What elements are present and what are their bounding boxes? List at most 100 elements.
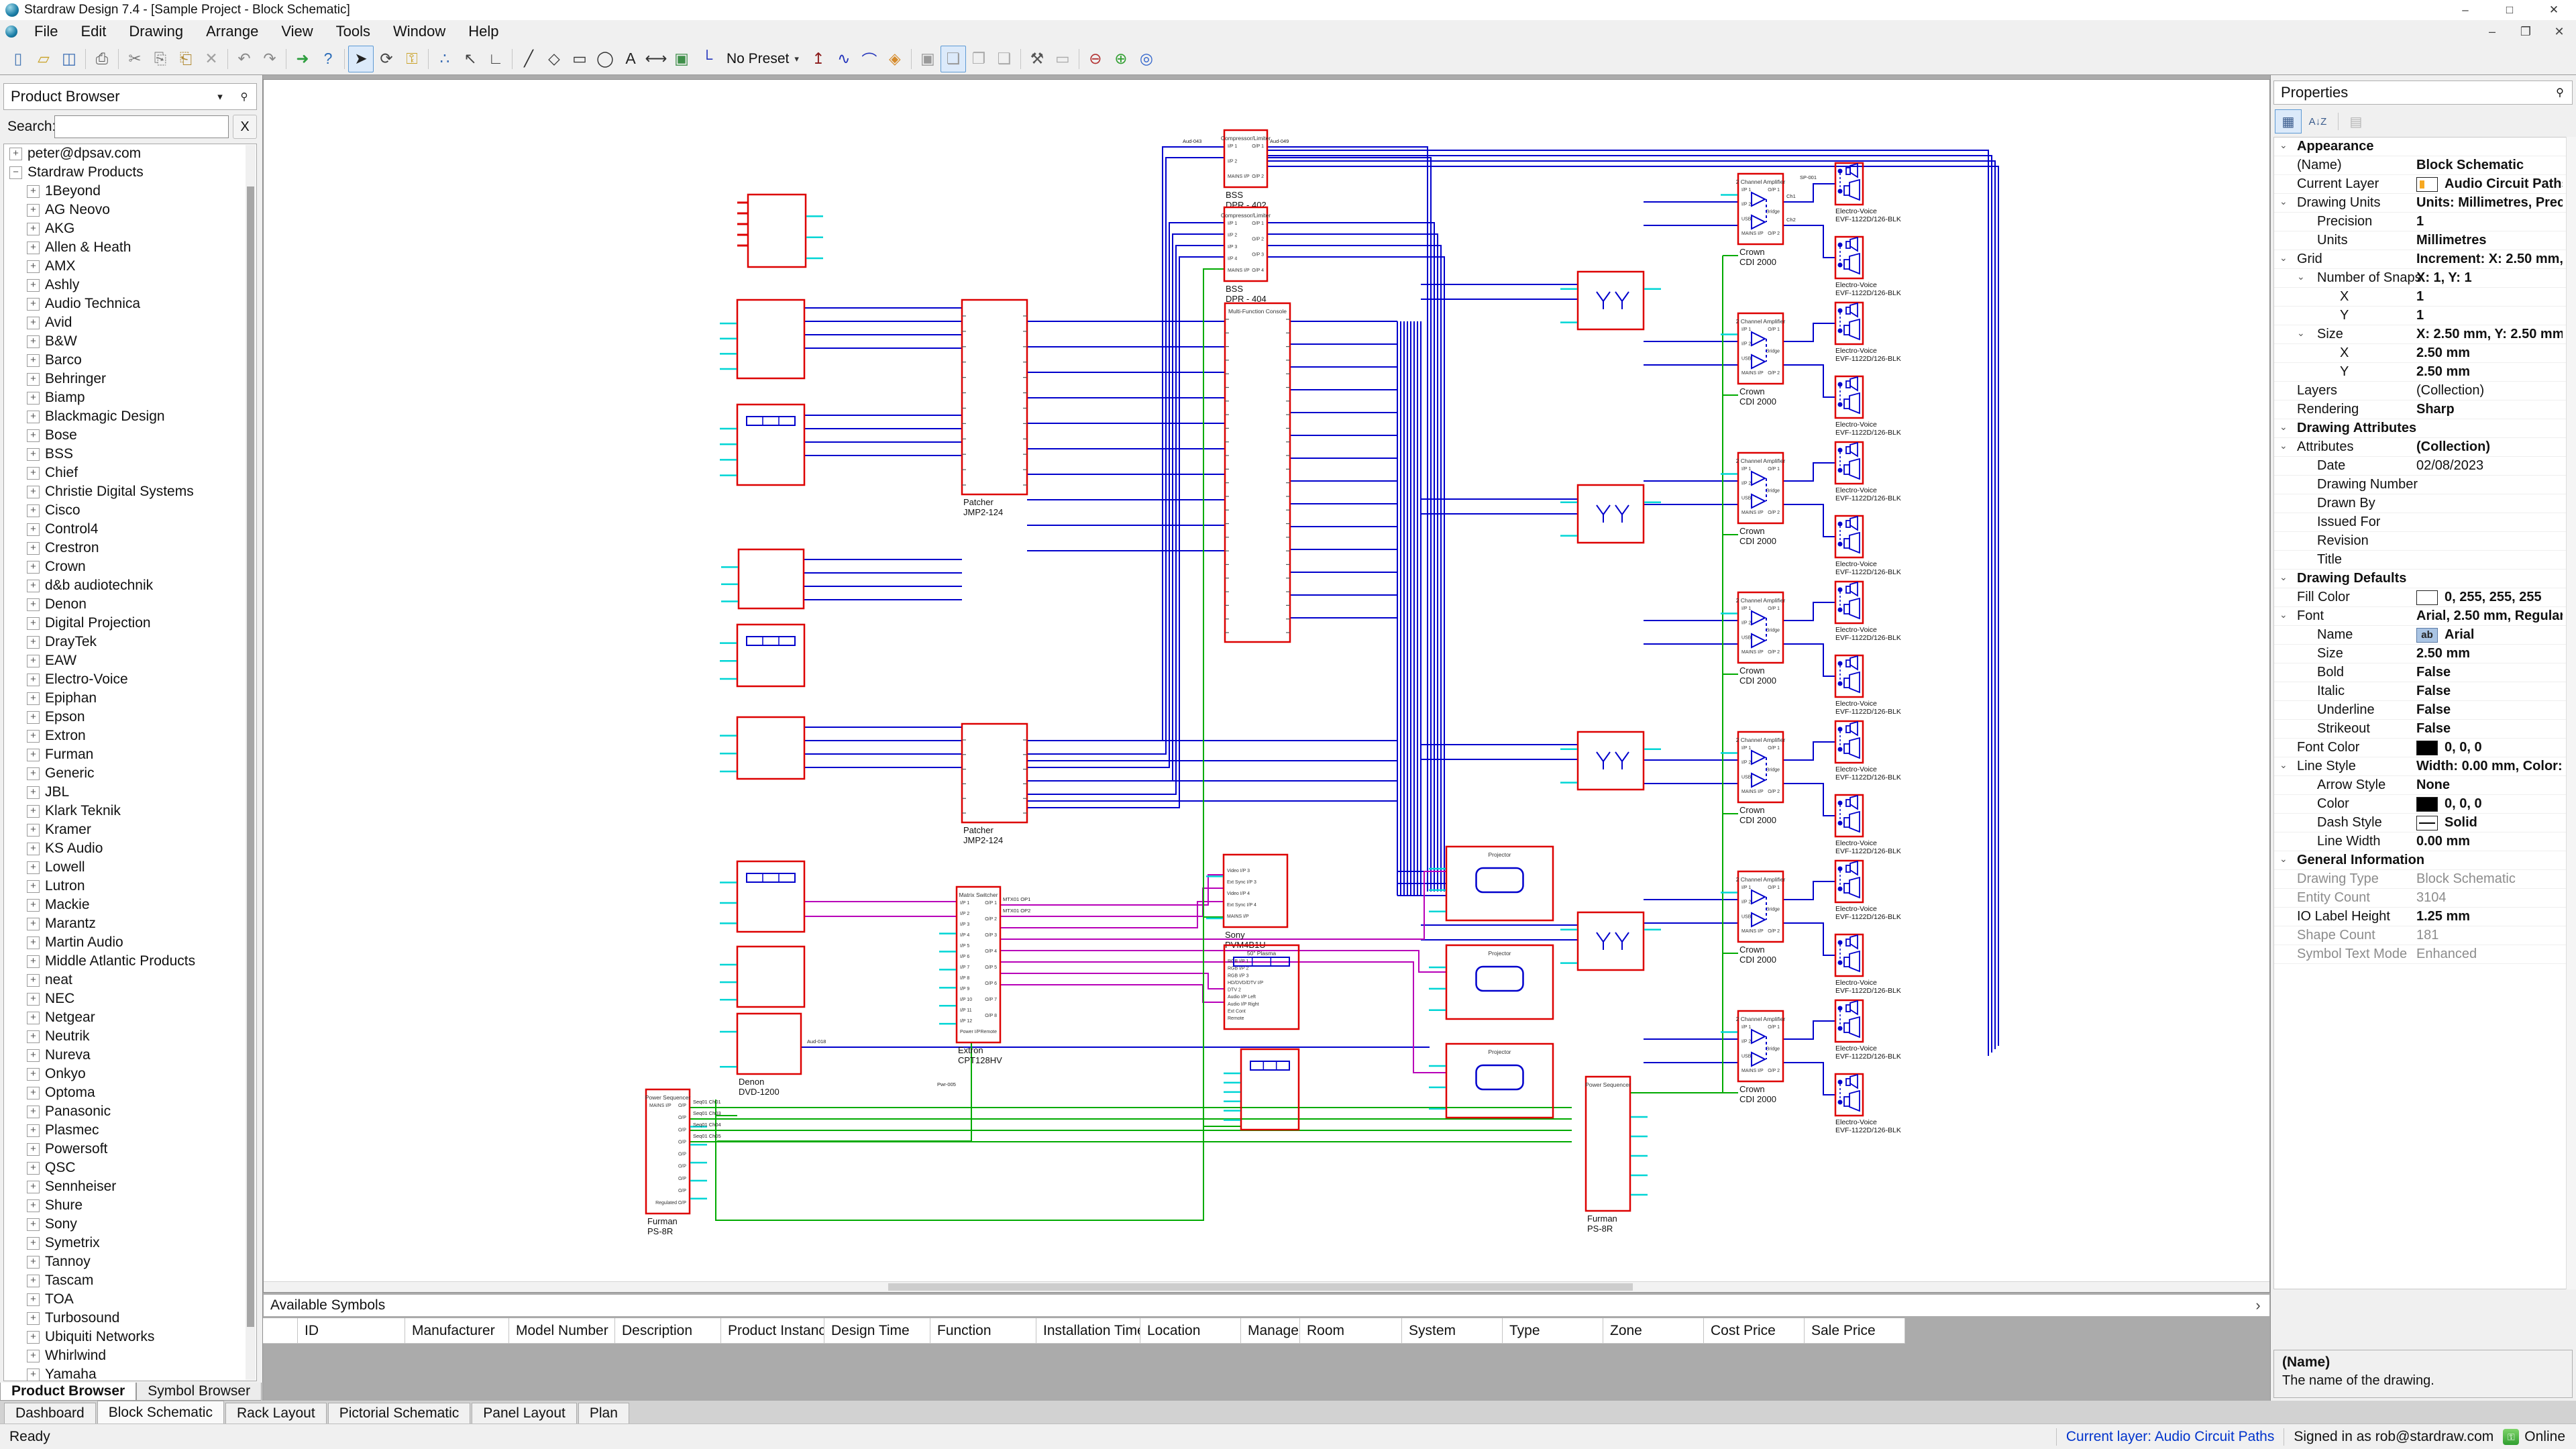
column-header-id[interactable]: ID: [298, 1318, 405, 1344]
schematic-block[interactable]: Projector: [1446, 1044, 1553, 1118]
property-row[interactable]: Current LayerAudio Circuit Paths: [2274, 175, 2572, 194]
doc-tab-panel-layout[interactable]: Panel Layout: [472, 1403, 577, 1424]
tree-item-digital-projection[interactable]: +Digital Projection: [4, 614, 256, 633]
menu-file[interactable]: File: [23, 20, 69, 43]
export-icon[interactable]: ➜: [290, 46, 315, 72]
column-header-system[interactable]: System: [1402, 1318, 1503, 1344]
available-symbols-bar[interactable]: Available Symbols ›: [263, 1294, 2270, 1317]
property-row[interactable]: IO Label Height1.25 mm: [2274, 908, 2572, 926]
tree-item-allen-heath[interactable]: +Allen & Heath: [4, 238, 256, 257]
tree-item-ashly[interactable]: +Ashly: [4, 276, 256, 294]
schematic-block[interactable]: [1578, 272, 1644, 329]
speaker-block[interactable]: Electro-VoiceEVF-1122D/126-BLK: [1835, 442, 1901, 502]
speaker-block[interactable]: Electro-VoiceEVF-1122D/126-BLK: [1835, 376, 1901, 437]
copy-icon[interactable]: ⎘: [148, 46, 173, 72]
print-icon[interactable]: ⎙: [89, 46, 115, 72]
schematic-block[interactable]: Multi-Function Console: [1225, 303, 1290, 642]
menu-window[interactable]: Window: [382, 20, 457, 43]
property-row[interactable]: X2.50 mm: [2274, 344, 2572, 363]
menu-help[interactable]: Help: [457, 20, 510, 43]
menu-tools[interactable]: Tools: [325, 20, 382, 43]
wire[interactable]: [1027, 158, 1224, 754]
tree-item-panasonic[interactable]: +Panasonic: [4, 1102, 256, 1121]
tree-item-barco[interactable]: +Barco: [4, 351, 256, 370]
tree-item-optoma[interactable]: +Optoma: [4, 1083, 256, 1102]
speaker-block[interactable]: Electro-VoiceEVF-1122D/126-BLK: [1835, 237, 1901, 297]
tree-item-kramer[interactable]: +Kramer: [4, 820, 256, 839]
tag-tool-icon[interactable]: ◈: [882, 46, 908, 72]
canvas-scrollbar-thumb[interactable]: [888, 1283, 1633, 1291]
search-clear-button[interactable]: X: [233, 115, 257, 139]
schematic-block[interactable]: [1241, 1049, 1299, 1130]
schematic-block[interactable]: [737, 717, 804, 779]
speaker-block[interactable]: Electro-VoiceEVF-1122D/126-BLK: [1835, 516, 1901, 576]
property-row[interactable]: ⌄Number of SnapsX: 1, Y: 1: [2274, 269, 2572, 288]
tree-item-b-w[interactable]: +B&W: [4, 332, 256, 351]
wire[interactable]: [1000, 888, 1224, 916]
tree-item-1beyond[interactable]: +1Beyond: [4, 182, 256, 201]
tree-item-epson[interactable]: +Epson: [4, 708, 256, 727]
zoom-out-icon[interactable]: ⊖: [1083, 46, 1108, 72]
property-row[interactable]: Symbol Text ModeEnhanced: [2274, 945, 2572, 964]
schematic-block[interactable]: [737, 947, 804, 1007]
property-row[interactable]: Revision: [2274, 532, 2572, 551]
menu-arrange[interactable]: Arrange: [195, 20, 270, 43]
doc-tab-rack-layout[interactable]: Rack Layout: [225, 1403, 327, 1424]
rectangle-tool-icon[interactable]: ▭: [567, 46, 592, 72]
tree-item-biamp[interactable]: +Biamp: [4, 388, 256, 407]
column-header-location[interactable]: Location: [1140, 1318, 1241, 1344]
property-row[interactable]: ⌄Drawing UnitsUnits: Millimetres, Precis…: [2274, 194, 2572, 213]
mdi-restore-button[interactable]: ❐: [2509, 25, 2542, 39]
column-header-model-number[interactable]: Model Number: [509, 1318, 615, 1344]
tree-item-electro-voice[interactable]: +Electro-Voice: [4, 670, 256, 689]
tree-item-draytek[interactable]: +DrayTek: [4, 633, 256, 651]
expander-icon[interactable]: ›: [2247, 1297, 2269, 1314]
wire[interactable]: [1783, 881, 1835, 900]
wire[interactable]: [1000, 962, 1446, 1073]
column-header-product-instance[interactable]: Product Instance: [721, 1318, 824, 1344]
tree-item-jbl[interactable]: +JBL: [4, 783, 256, 802]
schematic-block[interactable]: [1578, 732, 1644, 790]
speaker-block[interactable]: Electro-VoiceEVF-1122D/126-BLK: [1835, 795, 1901, 855]
schematic-block[interactable]: [739, 549, 804, 608]
wire[interactable]: [1783, 742, 1835, 760]
property-row[interactable]: NameabArial: [2274, 626, 2572, 645]
tree-item-blackmagic-design[interactable]: +Blackmagic Design: [4, 407, 256, 426]
schematic-block[interactable]: PatcherJMP2-124: [962, 724, 1027, 845]
property-row[interactable]: ⌄Line StyleWidth: 0.00 mm, Color: Color …: [2274, 757, 2572, 776]
property-row[interactable]: Dash StyleSolid: [2274, 814, 2572, 833]
schematic-block[interactable]: [1578, 485, 1644, 543]
group-tool-icon[interactable]: ▣: [915, 46, 941, 72]
property-row[interactable]: Y1: [2274, 307, 2572, 325]
tree-item-extron[interactable]: +Extron: [4, 727, 256, 745]
cube2-tool-icon[interactable]: ❐: [966, 46, 991, 72]
bezier-tool-icon[interactable]: ⌒: [857, 46, 882, 72]
doc-tab-dashboard[interactable]: Dashboard: [4, 1403, 96, 1424]
ellipse-tool-icon[interactable]: ◯: [592, 46, 618, 72]
mdi-close-button[interactable]: ✕: [2542, 25, 2576, 39]
dimension-tool-icon[interactable]: ⟷: [643, 46, 669, 72]
minimize-button[interactable]: –: [2443, 0, 2487, 20]
tree-item-behringer[interactable]: +Behringer: [4, 370, 256, 388]
property-row[interactable]: Date02/08/2023: [2274, 457, 2572, 476]
property-row[interactable]: Font Color0, 0, 0: [2274, 739, 2572, 757]
schematic-block[interactable]: DenonDVD-1200: [737, 1014, 801, 1097]
tree-item-sennheiser[interactable]: +Sennheiser: [4, 1177, 256, 1196]
schematic-block[interactable]: Projector: [1446, 847, 1553, 920]
property-row[interactable]: Size2.50 mm: [2274, 645, 2572, 663]
tree-item-tannoy[interactable]: +Tannoy: [4, 1252, 256, 1271]
doc-tab-pictorial-schematic[interactable]: Pictorial Schematic: [328, 1403, 471, 1424]
wire[interactable]: [1783, 504, 1835, 537]
property-row[interactable]: X1: [2274, 288, 2572, 307]
tree-item-plasmec[interactable]: +Plasmec: [4, 1121, 256, 1140]
speaker-block[interactable]: Electro-VoiceEVF-1122D/126-BLK: [1835, 1000, 1901, 1061]
property-row[interactable]: Layers(Collection): [2274, 382, 2572, 400]
speaker-block[interactable]: Electro-VoiceEVF-1122D/126-BLK: [1835, 655, 1901, 716]
property-row[interactable]: Issued For: [2274, 513, 2572, 532]
property-row[interactable]: ⌄SizeX: 2.50 mm, Y: 2.50 mm: [2274, 325, 2572, 344]
tree-item-toa[interactable]: +TOA: [4, 1290, 256, 1309]
speaker-block[interactable]: Electro-VoiceEVF-1122D/126-BLK: [1835, 721, 1901, 782]
cut-icon[interactable]: ✂: [122, 46, 148, 72]
schematic-block[interactable]: Power SequencerFurmanPS-8R: [1585, 1077, 1631, 1234]
wire[interactable]: [1267, 223, 1434, 892]
